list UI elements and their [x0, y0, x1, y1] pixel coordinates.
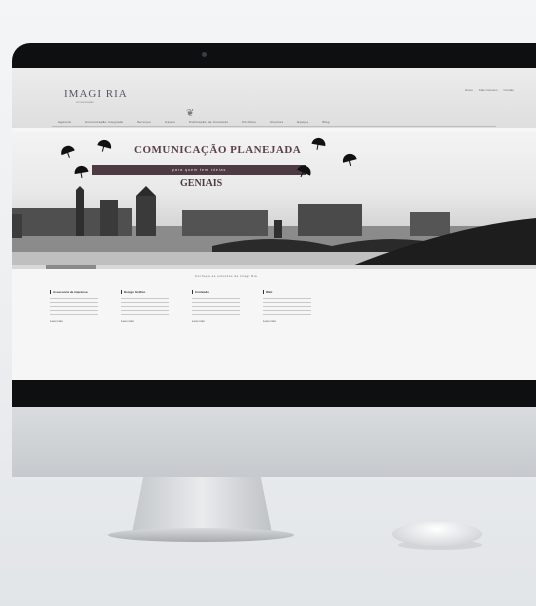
text-line: [263, 302, 311, 303]
text-line: [121, 298, 169, 299]
read-more-link[interactable]: Leia mais: [50, 319, 98, 323]
text-line: [121, 314, 169, 315]
umbrella-icon: [311, 136, 327, 147]
london-skyline-illustration: [12, 186, 536, 266]
umbrella-icon: [97, 138, 113, 149]
umbrella-icon: [341, 152, 357, 163]
text-line: [263, 310, 311, 311]
text-line: [50, 310, 98, 311]
text-line: [192, 302, 240, 303]
text-line: [192, 310, 240, 311]
main-nav: Agência Comunicação Integrada Serviços C…: [58, 120, 330, 124]
solution-column: Web Leia mais: [263, 290, 311, 323]
text-line: [50, 298, 98, 299]
text-line: [263, 306, 311, 307]
hero-ribbon: para quem tem ideias: [92, 165, 306, 175]
nav-clientes[interactable]: Clientes: [270, 120, 283, 124]
text-line: [192, 314, 240, 315]
solution-title: Conteúdo: [192, 290, 240, 294]
hero-ribbon-text: para quem tem ideias: [171, 167, 227, 172]
text-line: [263, 298, 311, 299]
text-line: [121, 302, 169, 303]
solution-title: Assessoria de imprensa: [50, 290, 98, 294]
text-line: [121, 310, 169, 311]
slider-indicator[interactable]: [46, 265, 96, 269]
monitor-screen: IMAGI RIA comunicação Home Fale Conosco …: [12, 68, 536, 380]
camera-icon: [202, 52, 207, 57]
solution-title: Design Gráfico: [121, 290, 169, 294]
hero-headline: COMUNICAÇÃO PLANEJADA: [134, 144, 302, 156]
site-logo-sub: comunicação: [76, 100, 94, 104]
nav-comunicacao[interactable]: Comunicação Integrada: [85, 120, 123, 124]
monitor-stand-base: [108, 528, 294, 542]
nav-servicos[interactable]: Serviços: [137, 120, 151, 124]
text-line: [50, 302, 98, 303]
top-link-contato[interactable]: Contato: [503, 88, 514, 92]
nav-equipe[interactable]: Equipe: [297, 120, 308, 124]
read-more-link[interactable]: Leia mais: [263, 319, 311, 323]
site-header: IMAGI RIA comunicação Home Fale Conosco …: [12, 68, 536, 128]
monitor-stand: [132, 477, 272, 533]
ornament-icon: ❦: [186, 108, 195, 119]
text-line: [263, 314, 311, 315]
read-more-link[interactable]: Leia mais: [121, 319, 169, 323]
top-link-fale[interactable]: Fale Conosco: [479, 88, 498, 92]
monitor-chin: [12, 407, 536, 477]
text-line: [121, 306, 169, 307]
text-line: [50, 314, 98, 315]
text-line: [192, 306, 240, 307]
text-line: [192, 298, 240, 299]
solution-column: Assessoria de imprensa Leia mais: [50, 290, 98, 323]
solution-column: Design Gráfico Leia mais: [121, 290, 169, 323]
umbrella-icon: [59, 143, 75, 156]
solution-column: Conteúdo Leia mais: [192, 290, 240, 323]
nav-agencia[interactable]: Agência: [58, 120, 71, 124]
read-more-link[interactable]: Leia mais: [192, 319, 240, 323]
umbrella-icon: [73, 164, 89, 175]
solutions-columns: Assessoria de imprensa Leia mais Design …: [50, 290, 311, 323]
mouse-icon: [392, 522, 482, 546]
hero-banner: COMUNICAÇÃO PLANEJADA para quem tem idei…: [12, 132, 536, 266]
site-logo[interactable]: IMAGI RIA: [64, 88, 128, 100]
nav-portfolio[interactable]: Portfólio: [242, 120, 256, 124]
text-line: [50, 306, 98, 307]
nav-divider: [52, 126, 496, 127]
nav-publicacao[interactable]: Publicação de Conteúdo: [189, 120, 228, 124]
section-title: Conheça as soluções da Imagi Ria: [194, 274, 258, 278]
nav-blog[interactable]: Blog: [322, 120, 329, 124]
nav-cases[interactable]: Cases: [165, 120, 175, 124]
solution-title: Web: [263, 290, 311, 294]
top-link-home[interactable]: Home: [465, 88, 473, 92]
top-links: Home Fale Conosco Contato: [465, 88, 514, 92]
